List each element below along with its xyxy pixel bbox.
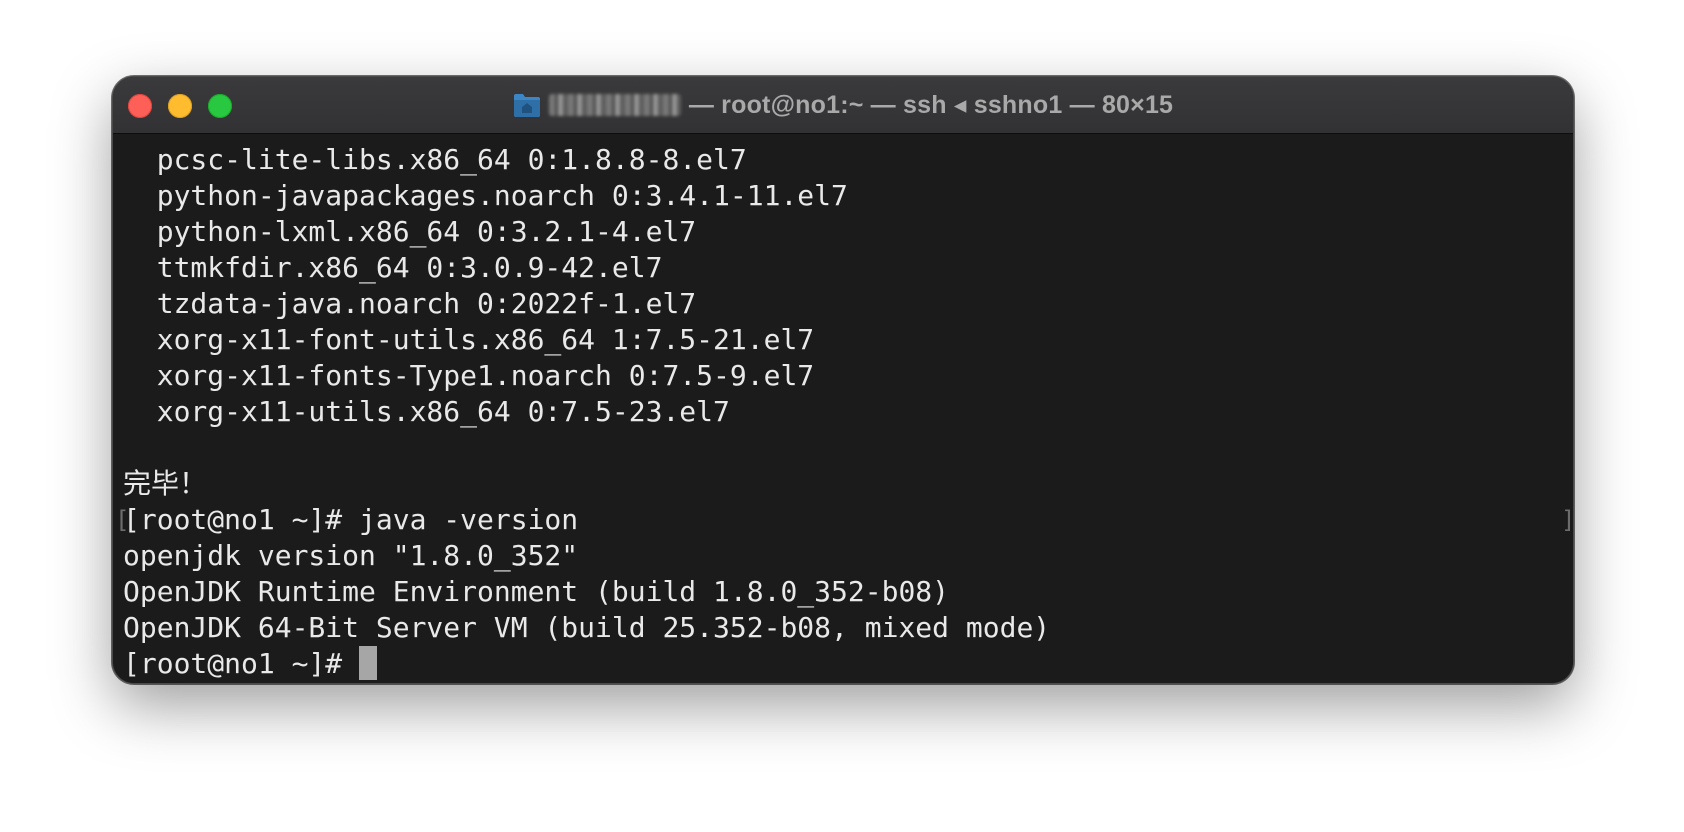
folder-icon xyxy=(513,94,540,117)
terminal-command-line: [root@no1 ~]# java -version xyxy=(123,503,579,536)
terminal-line: xorg-x11-utils.x86_64 0:7.5-23.el7 xyxy=(123,395,730,428)
terminal-line: python-javapackages.noarch 0:3.4.1-11.el… xyxy=(123,179,848,212)
terminal-line: tzdata-java.noarch 0:2022f-1.el7 xyxy=(123,287,697,320)
terminal-line: python-lxml.x86_64 0:3.2.1-4.el7 xyxy=(123,215,697,248)
terminal-prompt-line[interactable]: [root@no1 ~]# xyxy=(123,646,378,682)
window-title: — root@no1:~ — ssh ◂ sshno1 — 80×15 xyxy=(113,77,1573,133)
terminal-line: xorg-x11-fonts-Type1.noarch 0:7.5-9.el7 xyxy=(123,359,815,392)
terminal-line: openjdk version "1.8.0_352" xyxy=(123,539,579,572)
terminal-line: 完毕！ xyxy=(123,467,208,500)
text-cursor xyxy=(359,646,378,680)
terminal-line: ttmkfdir.x86_64 0:3.0.9-42.el7 xyxy=(123,251,663,284)
title-bar[interactable]: — root@no1:~ — ssh ◂ sshno1 — 80×15 xyxy=(113,77,1573,134)
terminal-line: OpenJDK Runtime Environment (build 1.8.0… xyxy=(123,575,950,608)
terminal-output[interactable]: pcsc-lite-libs.x86_64 0:1.8.8-8.el7 pyth… xyxy=(113,134,1573,683)
mark-bracket-right: ] xyxy=(1561,502,1573,538)
terminal-line: xorg-x11-font-utils.x86_64 1:7.5-21.el7 xyxy=(123,323,815,356)
terminal-window: — root@no1:~ — ssh ◂ sshno1 — 80×15 pcsc… xyxy=(112,76,1574,684)
prompt-text: [root@no1 ~]# xyxy=(123,647,360,680)
terminal-line: OpenJDK 64-Bit Server VM (build 25.352-b… xyxy=(123,611,1051,644)
window-title-text: — root@no1:~ — ssh ◂ sshno1 — 80×15 xyxy=(688,91,1174,119)
blurred-folder-name xyxy=(548,94,681,116)
terminal-line: pcsc-lite-libs.x86_64 0:1.8.8-8.el7 xyxy=(123,143,747,176)
